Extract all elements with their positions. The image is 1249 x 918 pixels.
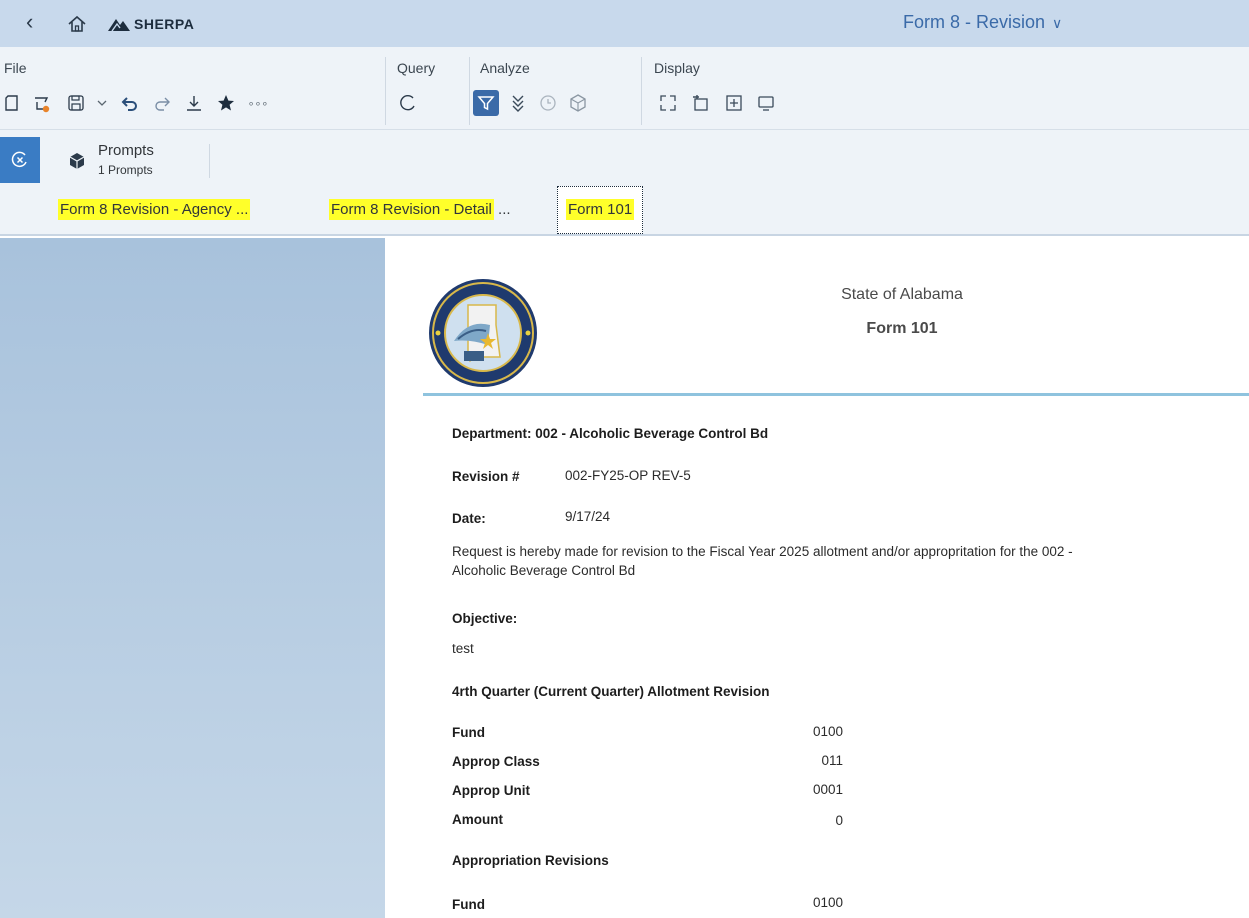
- allotment-fund-label: Fund: [452, 725, 485, 740]
- document-title: Form 8 - Revision: [903, 12, 1046, 32]
- prompts-bar: Prompts 1 Prompts: [0, 130, 1249, 186]
- refresh-icon[interactable]: [396, 91, 420, 115]
- appropriation-fund-value: 0100: [812, 895, 843, 910]
- date-label: Date:: [452, 511, 486, 526]
- allotment-approp-class-value: 011: [821, 753, 843, 768]
- allotment-approp-unit-label: Approp Unit: [452, 783, 530, 798]
- save-options-chevron-icon[interactable]: [90, 91, 114, 115]
- report-divider: [423, 393, 1249, 396]
- objective-value: test: [452, 641, 474, 656]
- back-chevron-icon[interactable]: ‹: [26, 11, 33, 33]
- request-line: Alcoholic Beverage Control Bd: [452, 563, 636, 578]
- add-panel-icon[interactable]: [722, 91, 746, 115]
- request-line: Request is hereby made for revision to t…: [452, 544, 1073, 559]
- prompts-label[interactable]: Prompts: [98, 142, 154, 159]
- prompts-cube-icon: [68, 152, 86, 175]
- report-page: State of Alabama Form 101 Department: 00…: [385, 238, 1249, 918]
- section-label-display: Display: [654, 60, 700, 76]
- prompts-divider: [209, 144, 210, 178]
- prompts-count: 1 Prompts: [98, 163, 153, 177]
- prompts-toggle-button[interactable]: [0, 137, 40, 183]
- more-options-icon[interactable]: ∘∘∘: [246, 91, 270, 115]
- allotment-heading: 4rth Quarter (Current Quarter) Allotment…: [452, 684, 770, 699]
- revision-label: Revision #: [452, 469, 520, 484]
- allotment-approp-unit-value: 0001: [812, 782, 843, 797]
- section-label-analyze: Analyze: [480, 60, 530, 76]
- toolbar-divider: [641, 57, 642, 125]
- date-value: 9/17/24: [565, 509, 611, 524]
- report-tabs: Form 8 Revision - Agency ... Form 8 Revi…: [0, 186, 1249, 236]
- toolbar-divider: [385, 57, 386, 125]
- favorite-star-icon[interactable]: [214, 91, 238, 115]
- side-panel: [0, 238, 385, 918]
- tab-form-8-revision-detail[interactable]: Form 8 Revision - Detail ...: [329, 199, 511, 220]
- sherpa-logo[interactable]: SHERPA: [108, 16, 194, 32]
- prompt-clear-icon: [11, 151, 27, 168]
- tab-label: Form 8 Revision - Agency ...: [58, 199, 251, 220]
- undo-icon[interactable]: [118, 91, 142, 115]
- new-document-icon[interactable]: [0, 91, 24, 115]
- insert-element-icon[interactable]: [689, 91, 713, 115]
- shell-bar: ‹ SHERPA Form 8 - Revision ∨: [0, 0, 1249, 47]
- filter-icon[interactable]: [473, 90, 499, 116]
- section-label-file: File: [4, 60, 27, 76]
- appropriation-fund-label: Fund: [452, 897, 485, 912]
- display-screen-icon[interactable]: [754, 91, 778, 115]
- toolbar-divider: [469, 57, 470, 125]
- collapse-all-icon[interactable]: [506, 91, 530, 115]
- tab-form-101[interactable]: Form 101: [557, 186, 644, 234]
- brand-name: SHERPA: [134, 16, 195, 32]
- objective-label: Objective:: [452, 611, 518, 626]
- allotment-amount-label: Amount: [452, 812, 503, 827]
- toolbar: File Query Analyze Display ∘∘∘: [0, 47, 1249, 130]
- chevron-down-icon: ∨: [1052, 15, 1063, 31]
- redo-icon[interactable]: [150, 91, 174, 115]
- history-icon[interactable]: [536, 91, 560, 115]
- tab-label: Form 101: [566, 199, 635, 220]
- allotment-fund-value: 0100: [812, 724, 843, 739]
- save-icon[interactable]: [64, 91, 88, 115]
- open-document-icon[interactable]: [30, 91, 54, 115]
- department-line: Department: 002 - Alcoholic Beverage Con…: [452, 426, 769, 441]
- revision-value: 002-FY25-OP REV-5: [565, 468, 691, 483]
- report-state: State of Alabama: [841, 286, 963, 303]
- tab-form-8-revision-agency[interactable]: Form 8 Revision - Agency ...: [58, 199, 251, 220]
- tab-label-ellipsis: ...: [493, 201, 511, 218]
- tab-label: Form 8 Revision - Detail: [329, 199, 494, 220]
- allotment-approp-class-label: Approp Class: [452, 754, 540, 769]
- fit-to-page-icon[interactable]: [656, 91, 680, 115]
- report-form-title: Form 101: [866, 320, 938, 337]
- document-title-menu[interactable]: Form 8 - Revision ∨: [903, 12, 1062, 33]
- data-cube-icon[interactable]: [566, 91, 590, 115]
- request-paragraph: Request is hereby made for revision to t…: [452, 542, 1232, 580]
- download-icon[interactable]: [182, 91, 206, 115]
- allotment-amount-value: 0: [835, 813, 843, 828]
- mountain-logo-icon: [108, 19, 130, 31]
- appropriation-heading: Appropriation Revisions: [452, 853, 609, 868]
- section-label-query: Query: [397, 60, 436, 76]
- home-icon[interactable]: [66, 13, 88, 35]
